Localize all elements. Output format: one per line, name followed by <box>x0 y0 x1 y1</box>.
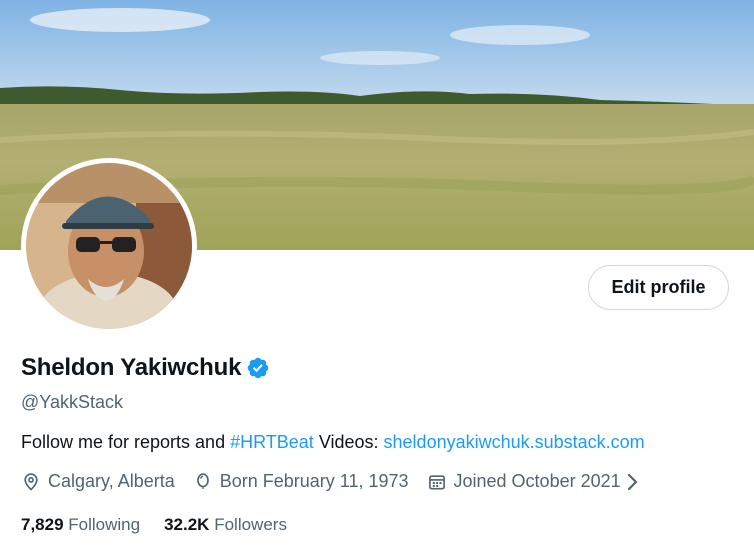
profile-joined[interactable]: Joined October 2021 <box>427 471 621 492</box>
verified-badge-icon[interactable] <box>246 356 270 380</box>
following-link[interactable]: 7,829 Following <box>21 515 140 535</box>
birthday-text: Born February 11, 1973 <box>219 471 409 491</box>
profile-bio: Follow me for reports and #HRTBeat Video… <box>21 432 645 453</box>
bio-hashtag-link[interactable]: #HRTBeat <box>230 432 314 452</box>
location-pin-icon <box>24 472 38 491</box>
profile-name: Sheldon Yakiwchuk <box>21 354 242 381</box>
profile-handle: @YakkStack <box>21 392 123 412</box>
bio-website-link[interactable]: sheldonyakiwchuk.substack.com <box>384 432 645 452</box>
profile-stats: 7,829 Following 32.2K Followers <box>21 515 311 535</box>
bio-videos-label: Videos: <box>313 432 384 452</box>
following-count: 7,829 <box>21 515 64 534</box>
avatar[interactable] <box>26 163 192 329</box>
calendar-icon <box>428 474 445 489</box>
profile-birthday: Born February 11, 1973 <box>193 471 409 492</box>
profile-meta: Calgary, Alberta Born February 11, 1973 … <box>21 471 641 492</box>
following-label: Following <box>68 515 141 534</box>
balloon-icon <box>196 472 209 489</box>
followers-link[interactable]: 32.2K Followers <box>164 515 287 535</box>
avatar-frame[interactable] <box>21 158 197 334</box>
chevron-right-icon[interactable] <box>625 472 641 492</box>
edit-profile-button[interactable]: Edit profile <box>588 265 729 310</box>
location-text: Calgary, Alberta <box>48 471 175 491</box>
profile-name-row: Sheldon Yakiwchuk <box>21 354 270 382</box>
bio-text: Follow me for reports and <box>21 432 231 452</box>
profile-location: Calgary, Alberta <box>21 471 175 492</box>
followers-label: Followers <box>214 515 287 534</box>
joined-text: Joined October 2021 <box>453 471 621 491</box>
followers-count: 32.2K <box>164 515 210 534</box>
